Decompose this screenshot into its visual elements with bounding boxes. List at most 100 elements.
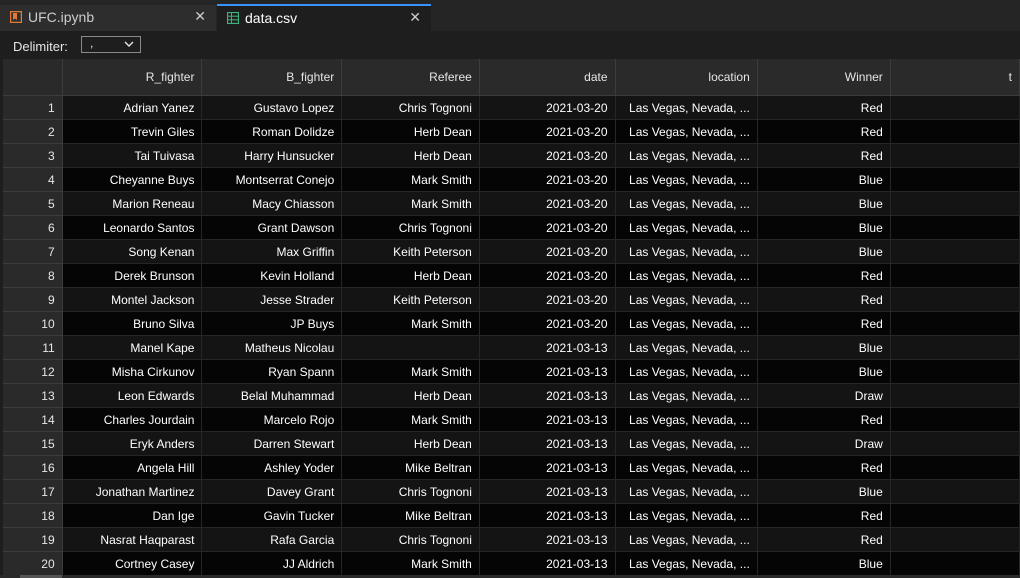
row-number[interactable]: 1 bbox=[3, 95, 63, 120]
table-cell[interactable]: Blue bbox=[757, 479, 891, 504]
table-cell[interactable]: Las Vegas, Nevada, ... bbox=[615, 239, 758, 264]
table-cell[interactable]: Red bbox=[757, 143, 891, 168]
table-cell[interactable]: Davey Grant bbox=[201, 479, 343, 504]
table-cell[interactable]: 2021-03-13 bbox=[479, 383, 616, 408]
table-cell[interactable] bbox=[890, 551, 1020, 575]
table-row[interactable]: 20 Cortney Casey JJ Aldrich Mark Smith 2021-… bbox=[3, 551, 1020, 575]
table-cell[interactable]: Adrian Yanez bbox=[62, 95, 203, 120]
table-cell[interactable] bbox=[890, 167, 1020, 192]
table-cell[interactable]: 2021-03-13 bbox=[479, 335, 616, 360]
table-cell[interactable]: 2021-03-20 bbox=[479, 167, 616, 192]
table-cell[interactable]: Las Vegas, Nevada, ... bbox=[615, 311, 758, 336]
table-cell[interactable]: Red bbox=[757, 263, 891, 288]
column-header[interactable]: date bbox=[479, 59, 616, 96]
table-cell[interactable]: 2021-03-20 bbox=[479, 239, 616, 264]
table-cell[interactable] bbox=[890, 119, 1020, 144]
row-number[interactable]: 2 bbox=[3, 119, 63, 144]
table-cell[interactable]: Marcelo Rojo bbox=[201, 407, 343, 432]
row-number[interactable]: 13 bbox=[3, 383, 63, 408]
table-cell[interactable]: Montel Jackson bbox=[62, 287, 203, 312]
table-cell[interactable]: Mark Smith bbox=[341, 407, 480, 432]
table-row[interactable]: 11 Manel Kape Matheus Nicolau 2021-03-13 Las… bbox=[3, 335, 1020, 360]
table-cell[interactable]: Red bbox=[757, 407, 891, 432]
row-number[interactable]: 10 bbox=[3, 311, 63, 336]
table-cell[interactable]: Chris Tognoni bbox=[341, 479, 480, 504]
table-cell[interactable]: Keith Peterson bbox=[341, 287, 480, 312]
row-number[interactable]: 5 bbox=[3, 191, 63, 216]
table-row[interactable]: 1 Adrian Yanez Gustavo Lopez Chris Tognoni 2… bbox=[3, 95, 1020, 120]
table-cell[interactable]: Roman Dolidze bbox=[201, 119, 343, 144]
table-cell[interactable]: Chris Tognoni bbox=[341, 215, 480, 240]
table-cell[interactable]: Bruno Silva bbox=[62, 311, 203, 336]
table-cell[interactable]: Blue bbox=[757, 215, 891, 240]
column-header[interactable]: t bbox=[890, 59, 1020, 96]
row-number-header[interactable] bbox=[3, 59, 63, 96]
table-cell[interactable]: Ryan Spann bbox=[201, 359, 343, 384]
table-cell[interactable]: Ashley Yoder bbox=[201, 455, 343, 480]
table-cell[interactable]: Las Vegas, Nevada, ... bbox=[615, 143, 758, 168]
table-cell[interactable]: JP Buys bbox=[201, 311, 343, 336]
table-cell[interactable]: Mike Beltran bbox=[341, 503, 480, 528]
table-row[interactable]: 3 Tai Tuivasa Harry Hunsucker Herb Dean 2021… bbox=[3, 143, 1020, 168]
table-cell[interactable]: Las Vegas, Nevada, ... bbox=[615, 263, 758, 288]
table-cell[interactable]: 2021-03-13 bbox=[479, 359, 616, 384]
table-cell[interactable]: Red bbox=[757, 287, 891, 312]
table-cell[interactable] bbox=[890, 239, 1020, 264]
table-cell[interactable]: Belal Muhammad bbox=[201, 383, 343, 408]
delimiter-select[interactable]: , bbox=[81, 36, 141, 53]
table-row[interactable]: 16 Angela Hill Ashley Yoder Mike Beltran 202… bbox=[3, 455, 1020, 480]
table-cell[interactable]: Herb Dean bbox=[341, 383, 480, 408]
table-cell[interactable]: Rafa Garcia bbox=[201, 527, 343, 552]
table-cell[interactable] bbox=[890, 527, 1020, 552]
table-cell[interactable]: Blue bbox=[757, 335, 891, 360]
table-cell[interactable] bbox=[890, 311, 1020, 336]
table-cell[interactable]: Kevin Holland bbox=[201, 263, 343, 288]
table-row[interactable]: 19 Nasrat Haqparast Rafa Garcia Chris Togno… bbox=[3, 527, 1020, 552]
table-cell[interactable]: Las Vegas, Nevada, ... bbox=[615, 359, 758, 384]
table-row[interactable]: 17 Jonathan Martinez Davey Grant Chris Togn… bbox=[3, 479, 1020, 504]
table-cell[interactable]: Las Vegas, Nevada, ... bbox=[615, 431, 758, 456]
table-cell[interactable] bbox=[890, 191, 1020, 216]
table-row[interactable]: 5 Marion Reneau Macy Chiasson Mark Smith 202… bbox=[3, 191, 1020, 216]
table-cell[interactable] bbox=[890, 479, 1020, 504]
table-cell[interactable]: Misha Cirkunov bbox=[62, 359, 203, 384]
row-number[interactable]: 20 bbox=[3, 551, 63, 575]
table-row[interactable]: 15 Eryk Anders Darren Stewart Herb Dean 2021… bbox=[3, 431, 1020, 456]
table-cell[interactable]: Blue bbox=[757, 239, 891, 264]
table-cell[interactable]: Montserrat Conejo bbox=[201, 167, 343, 192]
table-cell[interactable] bbox=[890, 263, 1020, 288]
table-cell[interactable]: Red bbox=[757, 455, 891, 480]
table-row[interactable]: 4 Cheyanne Buys Montserrat Conejo Mark Smit… bbox=[3, 167, 1020, 192]
table-cell[interactable]: 2021-03-13 bbox=[479, 503, 616, 528]
table-cell[interactable] bbox=[890, 287, 1020, 312]
table-cell[interactable]: Marion Reneau bbox=[62, 191, 203, 216]
table-cell[interactable]: Angela Hill bbox=[62, 455, 203, 480]
table-cell[interactable]: 2021-03-20 bbox=[479, 95, 616, 120]
table-cell[interactable]: Tai Tuivasa bbox=[62, 143, 203, 168]
table-cell[interactable]: Jonathan Martinez bbox=[62, 479, 203, 504]
column-header[interactable]: location bbox=[615, 59, 758, 96]
table-cell[interactable]: Las Vegas, Nevada, ... bbox=[615, 335, 758, 360]
table-cell[interactable]: Mark Smith bbox=[341, 359, 480, 384]
table-cell[interactable]: Macy Chiasson bbox=[201, 191, 343, 216]
table-cell[interactable]: Draw bbox=[757, 431, 891, 456]
table-row[interactable]: 18 Dan Ige Gavin Tucker Mike Beltran 2021-03… bbox=[3, 503, 1020, 528]
table-cell[interactable] bbox=[890, 95, 1020, 120]
table-cell[interactable]: Mark Smith bbox=[341, 551, 480, 575]
table-cell[interactable]: Red bbox=[757, 95, 891, 120]
table-cell[interactable]: Darren Stewart bbox=[201, 431, 343, 456]
table-cell[interactable]: Leonardo Santos bbox=[62, 215, 203, 240]
table-cell[interactable]: 2021-03-13 bbox=[479, 527, 616, 552]
row-number[interactable]: 12 bbox=[3, 359, 63, 384]
table-row[interactable]: 13 Leon Edwards Belal Muhammad Herb Dean 202… bbox=[3, 383, 1020, 408]
table-cell[interactable]: Chris Tognoni bbox=[341, 95, 480, 120]
tab-data-csv[interactable]: data.csv ✕ bbox=[217, 4, 431, 31]
table-cell[interactable]: 2021-03-13 bbox=[479, 551, 616, 575]
table-cell[interactable]: Mike Beltran bbox=[341, 455, 480, 480]
table-row[interactable]: 6 Leonardo Santos Grant Dawson Chris Tognon… bbox=[3, 215, 1020, 240]
table-cell[interactable]: Cortney Casey bbox=[62, 551, 203, 575]
table-cell[interactable]: Dan Ige bbox=[62, 503, 203, 528]
table-row[interactable]: 12 Misha Cirkunov Ryan Spann Mark Smith 2021… bbox=[3, 359, 1020, 384]
close-icon[interactable]: ✕ bbox=[409, 9, 421, 26]
table-cell[interactable]: 2021-03-20 bbox=[479, 119, 616, 144]
